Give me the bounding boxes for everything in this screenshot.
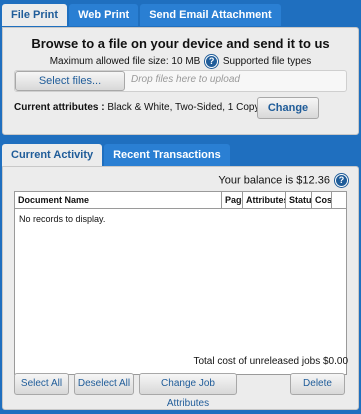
supported-types-link[interactable]: Supported file types [223, 56, 311, 67]
grid-actions: Select All Deselect All Change Job Attri… [14, 373, 347, 409]
delete-button[interactable]: Delete [290, 373, 345, 395]
col-cost[interactable]: Cost [312, 192, 332, 208]
header-scroll-cap [332, 192, 346, 208]
jobs-grid: Document Name Pages Attributes Status Co… [14, 191, 347, 375]
col-pages[interactable]: Pages [222, 192, 243, 208]
balance-help-icon[interactable]: ? [335, 174, 348, 187]
deselect-all-button[interactable]: Deselect All [74, 373, 134, 395]
drop-placeholder: Drop files here to upload [131, 74, 240, 85]
top-tabs: File Print Web Print Send Email Attachme… [2, 4, 281, 26]
attributes-value: Black & White, Two-Sided, 1 Copy, A4 [107, 102, 276, 113]
tab-send-email-attachment[interactable]: Send Email Attachment [140, 4, 281, 26]
current-activity-panel: Your balance is $12.36 ? Document Name P… [2, 166, 359, 410]
no-records-text: No records to display. [19, 214, 106, 224]
grid-header: Document Name Pages Attributes Status Co… [15, 192, 346, 209]
select-files-button[interactable]: Select files... [15, 71, 125, 91]
balance: Your balance is $12.36 ? [218, 174, 350, 187]
upload-info: Maximum allowed file size: 10 MB ? Suppo… [3, 55, 358, 68]
col-document-name[interactable]: Document Name [15, 192, 222, 208]
balance-text: Your balance is $12.36 [218, 174, 330, 187]
select-all-button[interactable]: Select All [14, 373, 69, 395]
file-print-panel: Browse to a file on your device and send… [2, 27, 359, 135]
tab-current-activity[interactable]: Current Activity [2, 144, 103, 166]
attributes-label: Current attributes : [14, 102, 105, 113]
col-attributes[interactable]: Attributes [243, 192, 286, 208]
activity-tabs: Current Activity Recent Transactions [2, 144, 230, 166]
change-job-attributes-button[interactable]: Change Job Attributes [139, 373, 237, 409]
upload-title: Browse to a file on your device and send… [31, 36, 330, 51]
file-drop-zone[interactable]: Select files... Drop files here to uploa… [14, 70, 347, 92]
col-status[interactable]: Status [286, 192, 312, 208]
help-icon[interactable]: ? [205, 55, 219, 68]
tab-recent-transactions[interactable]: Recent Transactions [104, 144, 230, 166]
change-attributes-button[interactable]: Change [257, 97, 319, 119]
total-cost: Total cost of unreleased jobs $0.00 [193, 356, 348, 367]
tab-file-print[interactable]: File Print [2, 4, 68, 26]
tab-web-print[interactable]: Web Print [69, 4, 139, 26]
max-size-text: Maximum allowed file size: 10 MB [49, 56, 201, 68]
current-attributes: Current attributes : Black & White, Two-… [14, 102, 276, 113]
